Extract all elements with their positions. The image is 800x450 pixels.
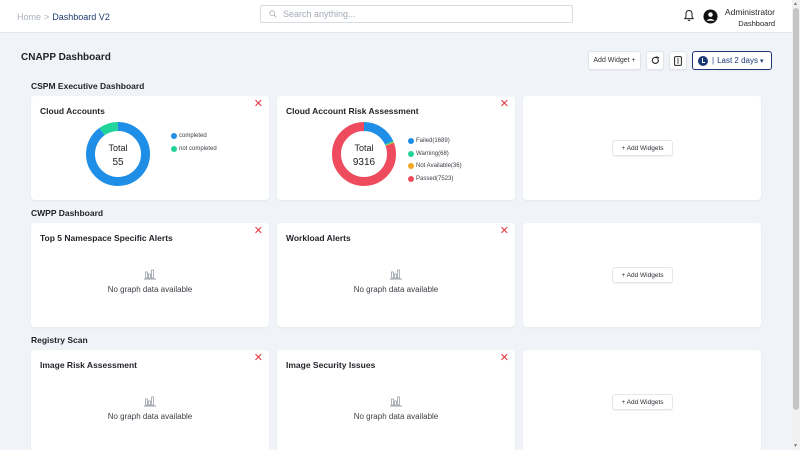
chart-legend: completed not completed [171, 130, 217, 155]
legend-item: Warning(68) [408, 148, 462, 161]
legend-dot [408, 150, 414, 157]
breadcrumb: Home > Dashboard V2 [17, 12, 110, 22]
legend-label: not completed [179, 145, 217, 152]
page-title: CNAPP Dashboard [21, 52, 111, 63]
time-range-select[interactable]: | Last 2 days ▾ [692, 51, 772, 70]
close-icon[interactable]: ✕ [254, 226, 263, 237]
chevron-down-icon: ▾ [760, 57, 764, 65]
widget-cloud-accounts: Cloud Accounts ✕ Total 55 completed not … [31, 96, 269, 200]
add-widget-button[interactable]: Add Widget + [588, 51, 641, 70]
section-title-cwpp: CWPP Dashboard [31, 208, 104, 218]
donut-total-label: Total [108, 143, 127, 153]
add-widgets-button[interactable]: + Add Widgets [612, 267, 673, 283]
user-name: Administrator [724, 7, 775, 17]
search-input[interactable]: Search anything... [260, 5, 573, 23]
widget-image-security: Image Security Issues ✕ No graph data av… [277, 350, 515, 450]
legend-dot [408, 138, 414, 145]
widget-placeholder: + Add Widgets [523, 223, 761, 327]
widget-cloud-account-risk: Cloud Account Risk Assessment ✕ Total 93… [277, 96, 515, 200]
close-icon[interactable]: ✕ [254, 99, 263, 110]
widget-title: Workload Alerts [286, 233, 351, 243]
add-widgets-button[interactable]: + Add Widgets [612, 140, 673, 156]
chart-legend: Failed(1689) Warning(68) Not Available(3… [408, 135, 462, 185]
legend-label: Not Available(36) [416, 163, 462, 170]
scroll-down-arrow[interactable]: ▼ [793, 443, 798, 449]
close-icon[interactable]: ✕ [500, 353, 509, 364]
widget-placeholder: + Add Widgets [523, 350, 761, 450]
donut-total-value: 55 [112, 157, 124, 168]
breadcrumb-home[interactable]: Home [17, 12, 41, 22]
legend-label: Warning(68) [416, 150, 449, 157]
donut-chart: Total 9316 [332, 122, 396, 186]
section-title-cspm: CSPM Executive Dashboard [31, 81, 145, 91]
bell-icon[interactable] [683, 9, 695, 22]
legend-item: Passed(7523) [408, 173, 462, 186]
close-icon[interactable]: ✕ [254, 353, 263, 364]
bar-chart-icon [390, 396, 402, 407]
scrollbar-thumb[interactable] [793, 8, 799, 410]
legend-item: completed [171, 130, 217, 143]
legend-item: not completed [171, 143, 217, 156]
scroll-up-arrow[interactable]: ▲ [793, 1, 798, 7]
breadcrumb-current: Dashboard V2 [52, 12, 110, 22]
donut-segment [86, 122, 150, 186]
more-icon [674, 55, 682, 66]
legend-label: completed [179, 133, 207, 140]
legend-dot [408, 163, 414, 170]
legend-item: Not Available(36) [408, 160, 462, 173]
search-placeholder: Search anything... [283, 9, 356, 19]
widget-title: Image Risk Assessment [40, 360, 138, 370]
donut-total-value: 9316 [353, 157, 376, 168]
user-menu[interactable]: Administrator Dashboard [725, 7, 775, 29]
top-bar: Home > Dashboard V2 Search anything... Adm… [0, 0, 792, 33]
widget-title: Top 5 Namespace Specific Alerts [40, 233, 173, 243]
search-icon [269, 10, 277, 18]
refresh-icon [651, 56, 659, 64]
widget-workload-alerts: Workload Alerts ✕ No graph data availabl… [277, 223, 515, 327]
donut-chart: Total 55 [86, 122, 150, 186]
empty-state-text: No graph data available [353, 285, 439, 294]
refresh-button[interactable] [646, 51, 664, 70]
legend-item: Failed(1689) [408, 135, 462, 148]
widget-title: Image Security Issues [286, 360, 376, 370]
section-title-registry: Registry Scan [31, 335, 88, 345]
widget-title: Cloud Account Risk Assessment [286, 106, 419, 116]
legend-label: Failed(1689) [416, 138, 450, 145]
more-options-button[interactable] [669, 51, 687, 70]
widget-title: Cloud Accounts [40, 106, 105, 116]
bar-chart-icon [144, 269, 156, 280]
empty-state-text: No graph data available [107, 412, 193, 421]
page-scrollbar[interactable]: ▲ ▼ [792, 0, 800, 450]
widget-namespace-alerts: Top 5 Namespace Specific Alerts ✕ No gra… [31, 223, 269, 327]
widget-image-risk: Image Risk Assessment ✕ No graph data av… [31, 350, 269, 450]
user-role: Dashboard [738, 19, 775, 28]
close-icon[interactable]: ✕ [500, 226, 509, 237]
donut-total-label: Total [354, 143, 373, 153]
legend-dot [171, 145, 177, 152]
clock-icon [698, 55, 708, 66]
empty-state-text: No graph data available [353, 412, 439, 421]
empty-state-text: No graph data available [107, 285, 193, 294]
widget-placeholder: + Add Widgets [523, 96, 761, 200]
add-widgets-button[interactable]: + Add Widgets [612, 394, 673, 410]
legend-label: Passed(7523) [416, 175, 454, 182]
bar-chart-icon [390, 269, 402, 280]
time-range-separator: | [712, 56, 715, 65]
user-icon[interactable] [703, 9, 718, 24]
time-range-label: Last 2 days [717, 56, 758, 65]
legend-dot [171, 133, 177, 140]
breadcrumb-separator: > [44, 12, 50, 22]
bar-chart-icon [144, 396, 156, 407]
legend-dot [408, 175, 414, 182]
close-icon[interactable]: ✕ [500, 99, 509, 110]
